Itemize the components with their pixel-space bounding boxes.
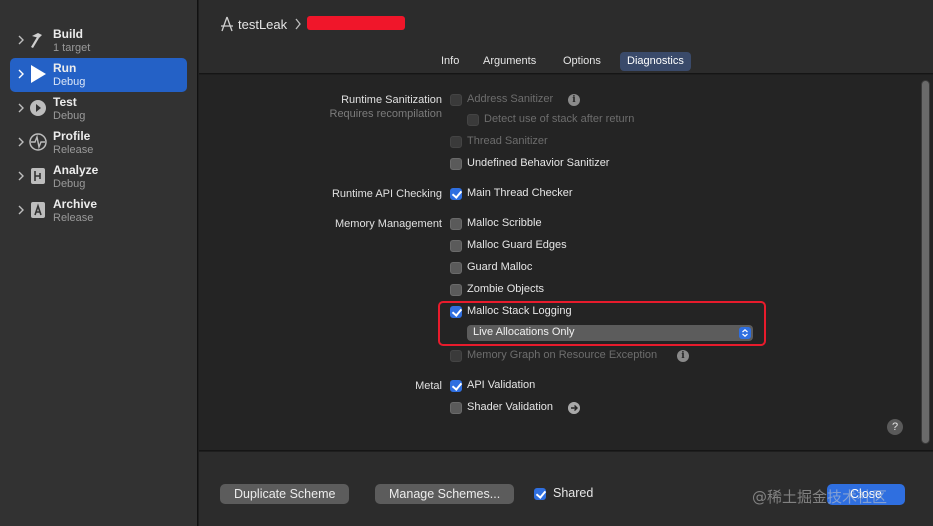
malloc-guard-edges-label: Malloc Guard Edges: [467, 239, 567, 251]
test-diamond-icon: [30, 100, 46, 116]
info-icon[interactable]: i: [568, 94, 580, 106]
watermark-text: @稀土掘金技术社区: [752, 488, 888, 506]
sidebar-item-title: Profile: [53, 129, 91, 143]
waveform-icon: [29, 133, 47, 151]
zombie-objects-checkbox[interactable]: [450, 284, 462, 296]
annotation-highlight-box: [438, 301, 766, 346]
scheme-header: testLeak: [199, 0, 933, 48]
zombie-objects-label: Zombie Objects: [467, 283, 545, 295]
scheme-name[interactable]: testLeak: [238, 17, 287, 32]
tab-arguments[interactable]: Arguments: [476, 52, 543, 71]
section-label-memory-management: Memory Management: [335, 218, 442, 230]
malloc-scribble-label: Malloc Scribble: [467, 217, 542, 229]
sidebar-item-title: Run: [53, 61, 77, 75]
sidebar-item-subtitle: Debug: [53, 110, 86, 122]
tab-bar: Info Arguments Options Diagnostics: [199, 48, 933, 74]
section-sublabel-recompilation: Requires recompilation: [329, 108, 443, 120]
sidebar-item-archive[interactable]: Archive Release: [10, 194, 187, 228]
sidebar-item-subtitle: Debug: [53, 76, 86, 88]
vertical-scrollbar[interactable]: [921, 80, 930, 444]
diagnostics-panel: [199, 75, 933, 451]
malloc-scribble-checkbox[interactable]: [450, 218, 462, 230]
sidebar-item-title: Archive: [53, 197, 98, 211]
section-label-runtime-api: Runtime API Checking: [331, 188, 442, 200]
app-target-icon: [221, 16, 233, 32]
hammer-icon: [31, 33, 42, 48]
scheme-action-sidebar: Build 1 target Run Debug Test Debug Prof…: [0, 0, 198, 526]
sidebar-item-title: Test: [53, 95, 77, 109]
tab-options[interactable]: Options: [556, 52, 608, 71]
shader-validation-checkbox[interactable]: [450, 402, 462, 414]
redacted-destination[interactable]: [307, 16, 405, 30]
play-icon: [31, 65, 46, 83]
api-validation-label: API Validation: [467, 379, 536, 391]
address-sanitizer-label: Address Sanitizer: [467, 93, 554, 105]
sidebar-item-subtitle: Release: [53, 212, 94, 224]
sidebar-item-subtitle: 1 target: [53, 42, 91, 54]
ub-sanitizer-checkbox[interactable]: [450, 158, 462, 170]
chevron-right-icon[interactable]: [16, 170, 26, 182]
detect-stack-checkbox[interactable]: [467, 114, 479, 126]
detect-stack-label: Detect use of stack after return: [484, 113, 635, 125]
chevron-right-icon[interactable]: [16, 68, 26, 80]
ub-sanitizer-label: Undefined Behavior Sanitizer: [467, 157, 610, 169]
sidebar-item-title: Analyze: [53, 163, 99, 177]
thread-sanitizer-label: Thread Sanitizer: [467, 135, 548, 147]
duplicate-scheme-button[interactable]: Duplicate Scheme: [220, 484, 350, 504]
shader-validation-label: Shader Validation: [467, 401, 554, 413]
guard-malloc-label: Guard Malloc: [467, 261, 533, 273]
memory-graph-label: Memory Graph on Resource Exception: [467, 349, 658, 361]
chevron-right-icon[interactable]: [16, 34, 26, 46]
tab-info[interactable]: Info: [434, 52, 466, 71]
shared-checkbox[interactable]: [534, 488, 546, 500]
analyze-icon: [31, 168, 45, 184]
scroll-thumb[interactable]: [922, 81, 929, 443]
archive-icon: [31, 202, 45, 218]
help-question-icon[interactable]: ?: [887, 419, 903, 435]
sidebar-item-title: Build: [53, 27, 83, 41]
section-label-metal: Metal: [415, 380, 442, 392]
section-label-runtime-sanitization: Runtime Sanitization: [341, 94, 442, 106]
thread-sanitizer-checkbox[interactable]: [450, 136, 462, 148]
address-sanitizer-checkbox[interactable]: [450, 94, 462, 106]
info-icon[interactable]: i: [677, 350, 689, 362]
manage-schemes-button[interactable]: Manage Schemes...: [375, 484, 515, 504]
sidebar-item-test[interactable]: Test Debug: [10, 92, 187, 126]
tab-diagnostics[interactable]: Diagnostics: [620, 52, 691, 71]
memory-graph-checkbox[interactable]: [450, 350, 462, 362]
main-thread-checker-label: Main Thread Checker: [467, 187, 573, 199]
go-arrow-icon[interactable]: [568, 402, 580, 414]
sidebar-item-run[interactable]: Run Debug: [10, 58, 187, 92]
sidebar-item-profile[interactable]: Profile Release: [10, 126, 187, 160]
chevron-right-icon: [295, 18, 301, 30]
sidebar-item-build[interactable]: Build 1 target: [10, 24, 187, 58]
guard-malloc-checkbox[interactable]: [450, 262, 462, 274]
api-validation-checkbox[interactable]: [450, 380, 462, 392]
chevron-right-icon[interactable]: [16, 136, 26, 148]
sidebar-item-subtitle: Release: [53, 144, 94, 156]
sidebar-item-subtitle: Debug: [53, 178, 86, 190]
shared-label: Shared: [553, 486, 594, 500]
chevron-right-icon[interactable]: [16, 204, 26, 216]
malloc-guard-edges-checkbox[interactable]: [450, 240, 462, 252]
chevron-right-icon[interactable]: [16, 102, 26, 114]
sidebar-item-analyze[interactable]: Analyze Debug: [10, 160, 187, 194]
main-thread-checker-checkbox[interactable]: [450, 188, 462, 200]
